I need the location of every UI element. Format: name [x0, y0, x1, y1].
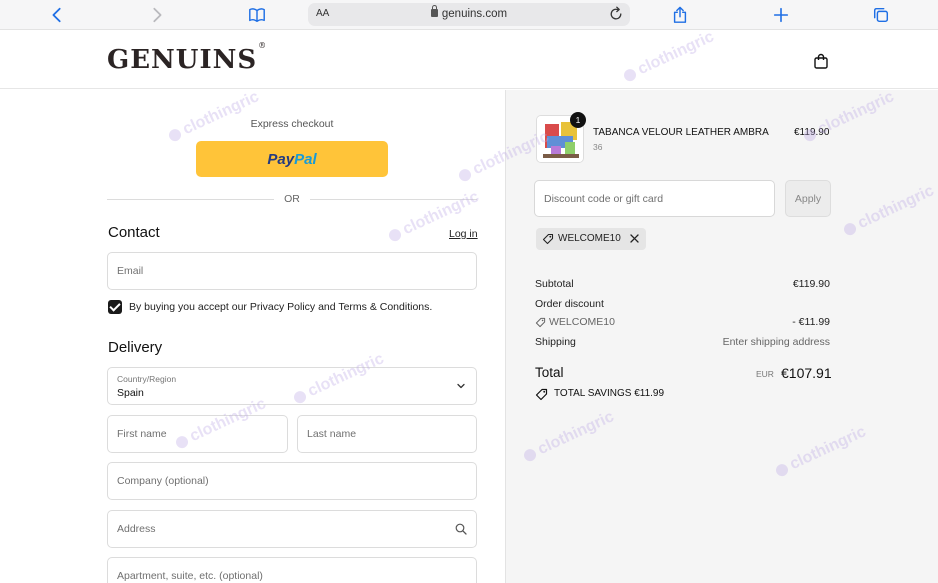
- total-currency: EUR: [756, 369, 774, 379]
- order-summary: 1 TABANCA VELOUR LEATHER AMBRA 36 €119.9…: [505, 90, 938, 583]
- paypal-logo-part1: Pay: [267, 150, 295, 168]
- company-field[interactable]: Company (optional): [107, 462, 477, 500]
- email-field[interactable]: Email: [107, 252, 477, 290]
- address-field[interactable]: Address: [107, 510, 477, 548]
- browser-toolbar: AA genuins.com: [0, 0, 938, 30]
- tag-icon: [542, 233, 554, 245]
- login-link[interactable]: Log in: [449, 228, 478, 240]
- discount-tag-icon: [535, 317, 546, 328]
- subtotal-label: Subtotal: [535, 278, 574, 290]
- search-icon[interactable]: [455, 523, 467, 535]
- first-name-field[interactable]: First name: [107, 415, 288, 453]
- back-icon[interactable]: [46, 4, 68, 26]
- last-name-placeholder: Last name: [307, 428, 357, 440]
- delivery-title: Delivery: [108, 339, 163, 356]
- country-label: Country/Region: [117, 374, 177, 384]
- product-price: €119.90: [794, 127, 830, 138]
- apartment-field[interactable]: Apartment, suite, etc. (optional): [107, 557, 477, 583]
- last-name-field[interactable]: Last name: [297, 415, 477, 453]
- remove-code-icon[interactable]: [629, 233, 640, 244]
- first-name-placeholder: First name: [117, 428, 167, 440]
- apply-button[interactable]: Apply: [785, 180, 831, 217]
- country-value: Spain: [117, 387, 144, 399]
- url-display: genuins.com: [308, 5, 630, 20]
- company-placeholder: Company (optional): [117, 475, 209, 487]
- total-value: €107.91: [781, 365, 832, 381]
- applied-discount-chip: WELCOME10: [536, 228, 646, 250]
- forward-icon[interactable]: [146, 4, 168, 26]
- logo[interactable]: GENUINS®: [107, 41, 267, 75]
- url-text: genuins.com: [441, 8, 508, 20]
- chevron-down-icon: [457, 383, 465, 389]
- bookmarks-icon[interactable]: [246, 4, 268, 26]
- shopping-bag-icon[interactable]: [813, 53, 829, 69]
- quantity-badge: 1: [570, 112, 586, 128]
- discount-code-label: WELCOME10: [549, 316, 615, 328]
- subtotal-value: €119.90: [792, 278, 830, 290]
- logo-mark: ®: [258, 41, 268, 51]
- lock-icon: [430, 5, 438, 17]
- consent-text: By buying you accept our Privacy Policy …: [129, 301, 433, 313]
- savings-tag-icon: [535, 388, 548, 401]
- total-savings: TOTAL SAVINGS €11.99: [554, 388, 665, 399]
- applied-code-label: WELCOME10: [558, 233, 621, 244]
- email-placeholder: Email: [117, 265, 144, 277]
- site-header: GENUINS®: [0, 31, 938, 89]
- logo-text: GENUINS: [107, 45, 258, 75]
- shipping-label: Shipping: [535, 336, 576, 348]
- address-placeholder: Address: [117, 523, 156, 535]
- country-select[interactable]: Country/Region Spain: [107, 367, 477, 405]
- tabs-icon[interactable]: [870, 4, 892, 26]
- discount-placeholder: Discount code or gift card: [544, 193, 664, 205]
- apartment-placeholder: Apartment, suite, etc. (optional): [117, 570, 263, 582]
- express-checkout-label: Express checkout: [250, 118, 334, 130]
- total-label: Total: [535, 365, 564, 380]
- address-bar[interactable]: AA genuins.com: [308, 3, 630, 26]
- or-label: OR: [274, 193, 310, 205]
- checkout-form: Express checkout Pay Pal OR Contact Log i…: [0, 90, 505, 583]
- discount-code-input[interactable]: Discount code or gift card: [534, 180, 775, 217]
- product-name: TABANCA VELOUR LEATHER AMBRA: [593, 127, 769, 138]
- discount-value: - €11.99: [792, 316, 830, 328]
- contact-title: Contact: [108, 224, 160, 241]
- order-discount-label: Order discount: [535, 298, 604, 310]
- shipping-value: Enter shipping address: [722, 336, 830, 348]
- paypal-button[interactable]: Pay Pal: [196, 141, 388, 177]
- share-icon[interactable]: [669, 4, 691, 26]
- consent-checkbox[interactable]: [108, 300, 122, 314]
- new-tab-icon[interactable]: [770, 4, 792, 26]
- product-size: 36: [593, 142, 603, 152]
- reload-icon[interactable]: [608, 6, 624, 22]
- paypal-logo-part2: Pal: [294, 150, 317, 168]
